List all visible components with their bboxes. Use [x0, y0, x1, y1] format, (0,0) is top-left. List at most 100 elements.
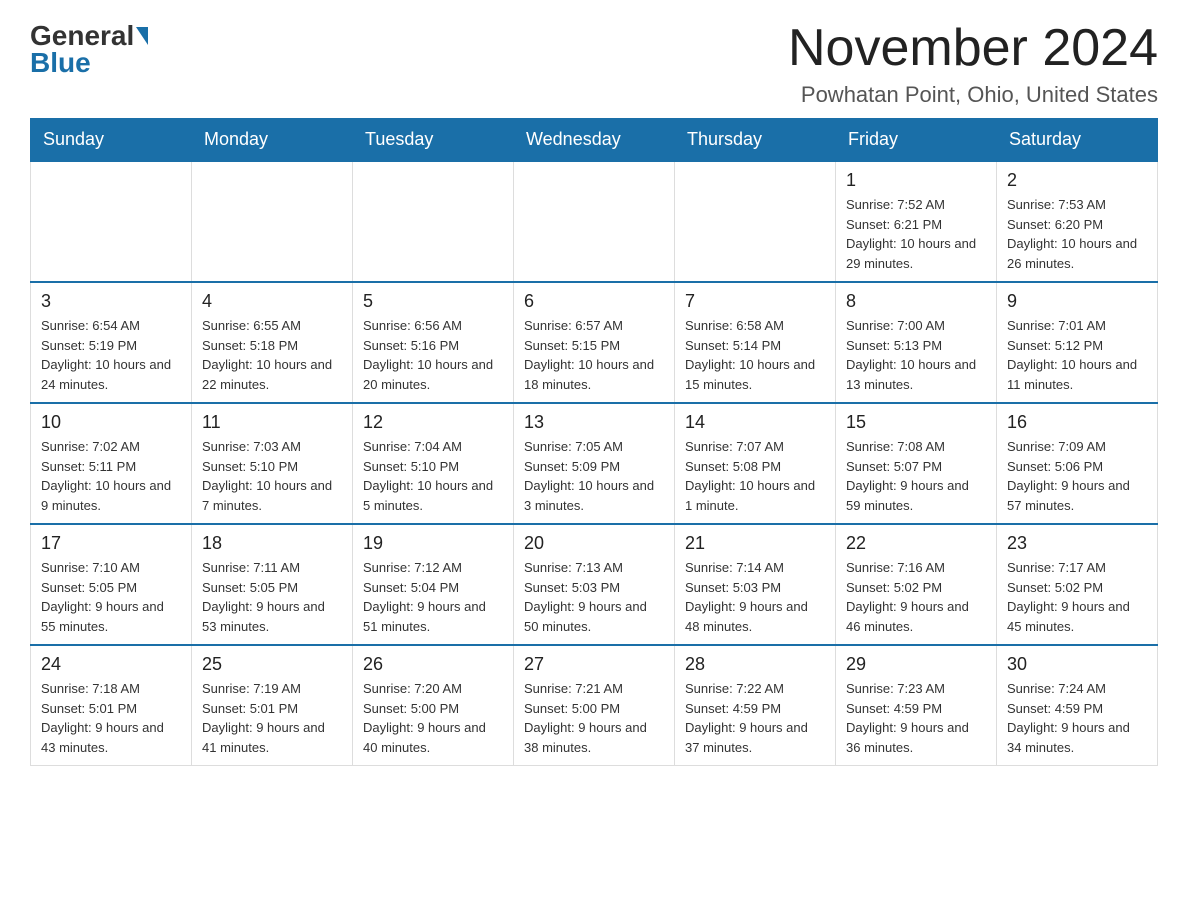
day-info: Sunrise: 7:19 AM Sunset: 5:01 PM Dayligh…: [202, 679, 342, 757]
day-number: 9: [1007, 291, 1147, 312]
calendar-header-row: SundayMondayTuesdayWednesdayThursdayFrid…: [31, 119, 1158, 162]
day-number: 4: [202, 291, 342, 312]
day-number: 21: [685, 533, 825, 554]
day-info: Sunrise: 7:11 AM Sunset: 5:05 PM Dayligh…: [202, 558, 342, 636]
day-info: Sunrise: 7:12 AM Sunset: 5:04 PM Dayligh…: [363, 558, 503, 636]
day-number: 20: [524, 533, 664, 554]
day-info: Sunrise: 7:18 AM Sunset: 5:01 PM Dayligh…: [41, 679, 181, 757]
day-number: 19: [363, 533, 503, 554]
day-info: Sunrise: 6:54 AM Sunset: 5:19 PM Dayligh…: [41, 316, 181, 394]
calendar-cell: 22 Sunrise: 7:16 AM Sunset: 5:02 PM Dayli…: [836, 524, 997, 645]
calendar-cell: 4 Sunrise: 6:55 AM Sunset: 5:18 PM Daylig…: [192, 282, 353, 403]
day-number: 23: [1007, 533, 1147, 554]
calendar-cell: 15 Sunrise: 7:08 AM Sunset: 5:07 PM Dayli…: [836, 403, 997, 524]
day-number: 29: [846, 654, 986, 675]
day-number: 6: [524, 291, 664, 312]
calendar-week-4: 17 Sunrise: 7:10 AM Sunset: 5:05 PM Dayli…: [31, 524, 1158, 645]
title-area: November 2024 Powhatan Point, Ohio, Unit…: [788, 20, 1158, 108]
calendar-cell: 6Sunrise: 6:57 AM Sunset: 5:15 PM Daylig…: [514, 282, 675, 403]
calendar-cell: 25 Sunrise: 7:19 AM Sunset: 5:01 PM Dayli…: [192, 645, 353, 766]
day-info: Sunrise: 7:05 AM Sunset: 5:09 PM Dayligh…: [524, 437, 664, 515]
day-number: 7: [685, 291, 825, 312]
day-info: Sunrise: 7:20 AM Sunset: 5:00 PM Dayligh…: [363, 679, 503, 757]
day-info: Sunrise: 7:01 AM Sunset: 5:12 PM Dayligh…: [1007, 316, 1147, 394]
day-number: 14: [685, 412, 825, 433]
day-info: Sunrise: 7:14 AM Sunset: 5:03 PM Dayligh…: [685, 558, 825, 636]
day-info: Sunrise: 7:02 AM Sunset: 5:11 PM Dayligh…: [41, 437, 181, 515]
calendar-cell: 3Sunrise: 6:54 AM Sunset: 5:19 PM Daylig…: [31, 282, 192, 403]
day-number: 13: [524, 412, 664, 433]
logo-blue-label: Blue: [30, 47, 91, 79]
day-info: Sunrise: 7:23 AM Sunset: 4:59 PM Dayligh…: [846, 679, 986, 757]
day-number: 1: [846, 170, 986, 191]
day-number: 28: [685, 654, 825, 675]
calendar-cell: 20 Sunrise: 7:13 AM Sunset: 5:03 PM Dayli…: [514, 524, 675, 645]
day-number: 22: [846, 533, 986, 554]
day-number: 26: [363, 654, 503, 675]
day-info: Sunrise: 6:56 AM Sunset: 5:16 PM Dayligh…: [363, 316, 503, 394]
day-info: Sunrise: 7:17 AM Sunset: 5:02 PM Dayligh…: [1007, 558, 1147, 636]
logo-arrow-icon: [136, 27, 148, 45]
calendar-week-2: 3Sunrise: 6:54 AM Sunset: 5:19 PM Daylig…: [31, 282, 1158, 403]
day-info: Sunrise: 7:07 AM Sunset: 5:08 PM Dayligh…: [685, 437, 825, 515]
location-title: Powhatan Point, Ohio, United States: [788, 82, 1158, 108]
day-number: 17: [41, 533, 181, 554]
day-number: 15: [846, 412, 986, 433]
day-number: 5: [363, 291, 503, 312]
day-info: Sunrise: 6:58 AM Sunset: 5:14 PM Dayligh…: [685, 316, 825, 394]
day-info: Sunrise: 7:04 AM Sunset: 5:10 PM Dayligh…: [363, 437, 503, 515]
calendar-cell: 7 Sunrise: 6:58 AM Sunset: 5:14 PM Daylig…: [675, 282, 836, 403]
calendar-header-sunday: Sunday: [31, 119, 192, 162]
day-info: Sunrise: 7:10 AM Sunset: 5:05 PM Dayligh…: [41, 558, 181, 636]
day-number: 18: [202, 533, 342, 554]
calendar-cell: 2 Sunrise: 7:53 AM Sunset: 6:20 PM Daylig…: [997, 161, 1158, 282]
calendar-cell: 12 Sunrise: 7:04 AM Sunset: 5:10 PM Dayli…: [353, 403, 514, 524]
calendar-cell: 28 Sunrise: 7:22 AM Sunset: 4:59 PM Dayli…: [675, 645, 836, 766]
calendar-header-thursday: Thursday: [675, 119, 836, 162]
calendar-cell: 11 Sunrise: 7:03 AM Sunset: 5:10 PM Dayli…: [192, 403, 353, 524]
calendar-header-wednesday: Wednesday: [514, 119, 675, 162]
calendar-week-3: 10Sunrise: 7:02 AM Sunset: 5:11 PM Dayli…: [31, 403, 1158, 524]
calendar-cell: 16Sunrise: 7:09 AM Sunset: 5:06 PM Dayli…: [997, 403, 1158, 524]
calendar-cell: 30 Sunrise: 7:24 AM Sunset: 4:59 PM Dayli…: [997, 645, 1158, 766]
day-info: Sunrise: 7:00 AM Sunset: 5:13 PM Dayligh…: [846, 316, 986, 394]
day-number: 11: [202, 412, 342, 433]
calendar-cell: 5 Sunrise: 6:56 AM Sunset: 5:16 PM Daylig…: [353, 282, 514, 403]
calendar-cell: 21 Sunrise: 7:14 AM Sunset: 5:03 PM Dayli…: [675, 524, 836, 645]
calendar-cell: 17 Sunrise: 7:10 AM Sunset: 5:05 PM Dayli…: [31, 524, 192, 645]
day-info: Sunrise: 7:22 AM Sunset: 4:59 PM Dayligh…: [685, 679, 825, 757]
day-info: Sunrise: 7:13 AM Sunset: 5:03 PM Dayligh…: [524, 558, 664, 636]
calendar-table: SundayMondayTuesdayWednesdayThursdayFrid…: [30, 118, 1158, 766]
day-number: 24: [41, 654, 181, 675]
calendar-week-1: 1Sunrise: 7:52 AM Sunset: 6:21 PM Daylig…: [31, 161, 1158, 282]
header: General Blue November 2024 Powhatan Poin…: [30, 20, 1158, 108]
day-info: Sunrise: 7:53 AM Sunset: 6:20 PM Dayligh…: [1007, 195, 1147, 273]
day-number: 12: [363, 412, 503, 433]
calendar-cell: [192, 161, 353, 282]
calendar-cell: 27 Sunrise: 7:21 AM Sunset: 5:00 PM Dayli…: [514, 645, 675, 766]
day-info: Sunrise: 6:55 AM Sunset: 5:18 PM Dayligh…: [202, 316, 342, 394]
calendar-cell: [675, 161, 836, 282]
calendar-cell: 29 Sunrise: 7:23 AM Sunset: 4:59 PM Dayli…: [836, 645, 997, 766]
month-title: November 2024: [788, 20, 1158, 77]
calendar-cell: 8 Sunrise: 7:00 AM Sunset: 5:13 PM Daylig…: [836, 282, 997, 403]
calendar-cell: 23 Sunrise: 7:17 AM Sunset: 5:02 PM Dayli…: [997, 524, 1158, 645]
calendar-week-5: 24 Sunrise: 7:18 AM Sunset: 5:01 PM Dayli…: [31, 645, 1158, 766]
calendar-cell: [353, 161, 514, 282]
day-info: Sunrise: 7:03 AM Sunset: 5:10 PM Dayligh…: [202, 437, 342, 515]
day-number: 8: [846, 291, 986, 312]
calendar-cell: [514, 161, 675, 282]
day-info: Sunrise: 7:16 AM Sunset: 5:02 PM Dayligh…: [846, 558, 986, 636]
calendar-cell: 26 Sunrise: 7:20 AM Sunset: 5:00 PM Dayli…: [353, 645, 514, 766]
day-info: Sunrise: 7:09 AM Sunset: 5:06 PM Dayligh…: [1007, 437, 1147, 515]
day-number: 25: [202, 654, 342, 675]
logo: General Blue: [30, 20, 148, 79]
day-number: 30: [1007, 654, 1147, 675]
day-info: Sunrise: 7:08 AM Sunset: 5:07 PM Dayligh…: [846, 437, 986, 515]
day-number: 2: [1007, 170, 1147, 191]
day-number: 27: [524, 654, 664, 675]
calendar-header-tuesday: Tuesday: [353, 119, 514, 162]
day-info: Sunrise: 7:24 AM Sunset: 4:59 PM Dayligh…: [1007, 679, 1147, 757]
day-info: Sunrise: 7:21 AM Sunset: 5:00 PM Dayligh…: [524, 679, 664, 757]
calendar-cell: 18 Sunrise: 7:11 AM Sunset: 5:05 PM Dayli…: [192, 524, 353, 645]
